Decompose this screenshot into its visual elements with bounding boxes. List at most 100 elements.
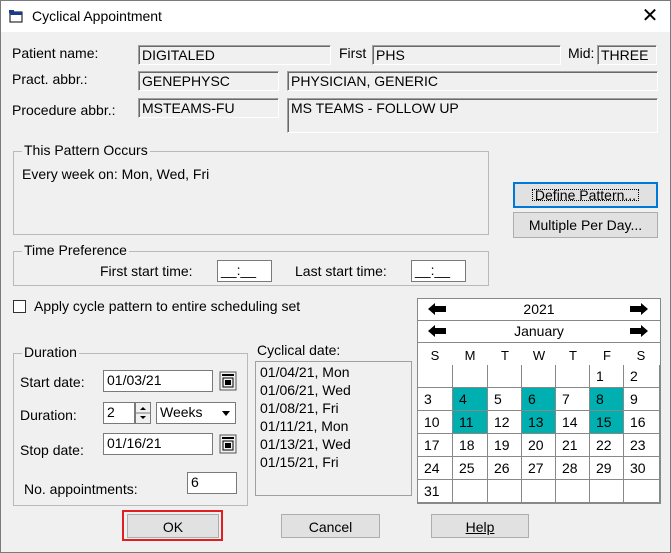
pract-abbr-field: GENEPHYSC [138,71,279,91]
calendar-day-cell[interactable]: 7 [556,388,590,411]
mid-name-label: Mid: [568,45,595,61]
pattern-text: Every week on: Mon, Wed, Fri [22,166,210,182]
calendar-day-cell[interactable]: 17 [418,434,453,457]
calendar-day-cell[interactable]: 12 [488,411,522,434]
calendar-day-cell[interactable] [522,480,556,503]
apply-cycle-label: Apply cycle pattern to entire scheduling… [34,298,301,314]
mid-name-field: THREE [597,45,657,65]
pract-abbr-label: Pract. abbr.: [12,71,88,87]
list-item[interactable]: 01/13/21, Wed [260,436,351,452]
weekday-label: F [603,348,611,363]
calendar-day-cell[interactable]: 11 [453,411,488,434]
calendar-day-cell[interactable] [556,365,590,388]
help-button[interactable]: Help [431,514,529,538]
calendar-day-cell[interactable] [418,365,453,388]
help-label: Help [465,519,495,535]
calendar-day-cell[interactable]: 3 [418,388,453,411]
calendar-day-cell[interactable]: 18 [453,434,488,457]
patient-name-field: DIGITALED [138,45,331,65]
window-title: Cyclical Appointment [32,8,162,24]
calendar-day-cell[interactable] [624,480,660,503]
calendar-day-cell[interactable]: 4 [453,388,488,411]
multiple-per-day-button[interactable]: Multiple Per Day... [513,212,658,238]
list-item[interactable]: 01/15/21, Fri [260,454,339,470]
last-start-time-input[interactable]: __:__ [411,260,466,282]
calendar-icon[interactable] [219,434,237,454]
duration-spinner[interactable] [135,402,151,424]
calendar-year-row: 2021 [418,299,660,321]
calendar-day-cell[interactable]: 14 [556,411,590,434]
calendar-day-cell[interactable] [556,480,590,503]
next-month-arrow-icon[interactable] [624,323,654,341]
calendar-day-cell[interactable]: 6 [522,388,556,411]
spin-arrows-icon [136,407,150,419]
define-pattern-label: Define Pattern... [529,186,642,204]
first-name-field: PHS [372,45,561,65]
list-item[interactable]: 01/06/21, Wed [260,382,351,398]
first-start-time-label: First start time: [100,263,193,279]
calendar-day-cell[interactable]: 31 [418,480,453,503]
define-pattern-button[interactable]: Define Pattern... [513,182,658,208]
weekday-label: M [464,348,476,363]
cyclical-date-label: Cyclical date: [257,342,341,358]
ok-button-highlight [122,510,223,541]
no-appointments-input[interactable]: 6 [187,472,237,494]
first-start-time-input[interactable]: __:__ [217,260,272,282]
calendar-day-cell[interactable] [488,365,522,388]
calendar-day-cell[interactable]: 8 [590,388,624,411]
calendar-day-cell[interactable]: 5 [488,388,522,411]
calendar-day-cell[interactable]: 2 [624,365,660,388]
next-year-arrow-icon[interactable] [624,301,654,319]
duration-unit-value: Weeks [160,404,203,420]
calendar-day-cell[interactable]: 29 [590,457,624,480]
cancel-button[interactable]: Cancel [281,514,380,538]
list-item[interactable]: 01/04/21, Mon [260,364,350,380]
calendar-day-cell[interactable] [522,365,556,388]
calendar-day-cell[interactable]: 20 [522,434,556,457]
first-name-label: First [339,45,367,61]
calendar-day-cell[interactable] [590,480,624,503]
no-appointments-label: No. appointments: [24,481,138,497]
start-date-input[interactable]: 01/03/21 [103,370,213,392]
last-start-time-label: Last start time: [295,263,387,279]
calendar-grid: 1 2 3 4 5 6 7 8 9 10 11 12 13 14 15 16 17 18 19 20 21 22 23 24 2… [418,365,660,503]
stop-date-label: Stop date: [20,442,84,458]
duration-input[interactable]: 2 [103,402,135,424]
calendar-icon[interactable] [219,371,237,391]
pattern-group-title: This Pattern Occurs [22,142,150,158]
cyclical-appointment-dialog: Cyclical Appointment ✕ Patient name: DIG… [0,0,671,553]
time-preference-title: Time Preference [22,242,129,258]
stop-date-input[interactable]: 01/16/21 [103,433,213,455]
list-item[interactable]: 01/11/21, Mon [260,418,348,434]
calendar-day-cell[interactable] [453,365,488,388]
app-icon [9,10,23,23]
calendar-day-cell[interactable]: 19 [488,434,522,457]
calendar-day-cell[interactable]: 27 [522,457,556,480]
calendar-day-cell[interactable]: 10 [418,411,453,434]
calendar-day-cell[interactable]: 22 [590,434,624,457]
calendar-day-cell[interactable]: 24 [418,457,453,480]
calendar-day-cell[interactable]: 25 [453,457,488,480]
close-icon[interactable]: ✕ [637,4,663,28]
duration-group: Duration Start date: 01/03/21 Duration: … [13,344,248,506]
calendar-day-cell[interactable]: 30 [624,457,660,480]
calendar-day-cell[interactable]: 9 [624,388,660,411]
chevron-down-icon [218,404,234,422]
calendar-day-cell[interactable]: 15 [590,411,624,434]
calendar-day-cell[interactable]: 26 [488,457,522,480]
calendar-day-cell[interactable]: 21 [556,434,590,457]
procedure-abbr-label: Procedure abbr.: [12,102,116,118]
calendar-day-cell[interactable] [453,480,488,503]
calendar-day-cell[interactable]: 16 [624,411,660,434]
duration-title: Duration [22,344,79,360]
calendar-day-cell[interactable]: 28 [556,457,590,480]
cyclical-date-list[interactable]: 01/04/21, Mon 01/06/21, Wed 01/08/21, Fr… [255,361,412,496]
list-item[interactable]: 01/08/21, Fri [260,400,339,416]
calendar-day-cell[interactable]: 23 [624,434,660,457]
calendar-day-cell[interactable] [488,480,522,503]
apply-cycle-checkbox[interactable] [13,300,26,313]
duration-unit-select[interactable]: Weeks [156,402,236,424]
calendar-day-cell[interactable]: 13 [522,411,556,434]
calendar-day-cell[interactable]: 1 [590,365,624,388]
procedure-abbr-field: MSTEAMS-FU [138,98,279,118]
